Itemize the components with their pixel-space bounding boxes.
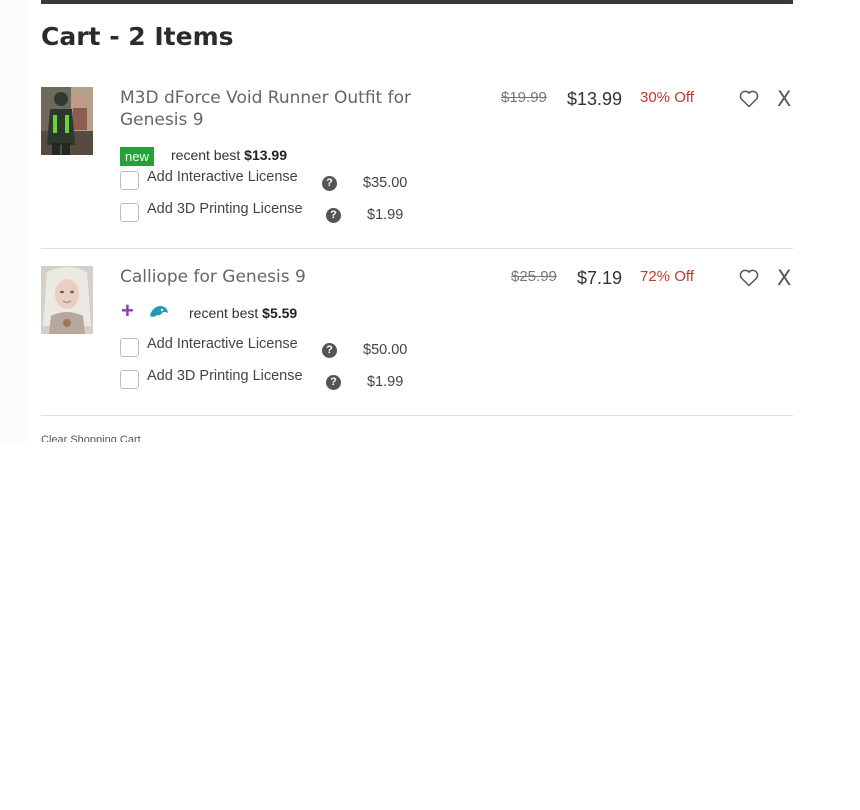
recent-best-price: $13.99 [244, 147, 287, 163]
left-edge-strip [0, 0, 28, 442]
wishlist-heart-icon[interactable] [739, 269, 759, 287]
item-divider [41, 415, 793, 416]
original-price: $25.99 [511, 268, 557, 285]
license-label: Add 3D Printing License [147, 201, 303, 217]
clear-cart-link[interactable]: Clear Shopping Cart [41, 434, 141, 442]
remove-item-close-icon[interactable]: X [777, 266, 791, 290]
plus-icon: + [121, 298, 134, 323]
sale-price: $13.99 [567, 89, 623, 109]
cart-title: Cart - 2 Items [41, 22, 234, 51]
license-option: Add 3D Printing License ? $1.99 [120, 201, 420, 223]
license-price: $1.99 [367, 374, 404, 390]
recent-best: recent best $5.59 [189, 305, 297, 321]
license-price: $50.00 [363, 342, 408, 358]
published-artist-icon [148, 304, 170, 320]
cart-item: Calliope for Genesis 9 $25.99 $7.19 72% … [41, 266, 793, 406]
license-option: Add Interactive License ? $50.00 [120, 336, 420, 358]
question-icon[interactable]: ? [326, 208, 341, 223]
remove-item-close-icon[interactable]: X [777, 87, 791, 111]
license-price: $35.00 [363, 175, 408, 191]
recent-best-label: recent best [171, 147, 241, 163]
interactive-license-checkbox[interactable] [120, 338, 139, 357]
wishlist-heart-icon[interactable] [739, 90, 759, 108]
license-option: Add 3D Printing License ? $1.99 [120, 368, 420, 390]
sale-price: $7.19 [577, 268, 623, 288]
printing-license-checkbox[interactable] [120, 370, 139, 389]
product-thumbnail[interactable] [41, 266, 93, 334]
discount-label: 30% Off [640, 89, 694, 106]
license-label: Add 3D Printing License [147, 368, 303, 384]
recent-best: recent best $13.99 [171, 147, 287, 163]
new-badge: new [120, 147, 154, 166]
product-name[interactable]: M3D dForce Void Runner Outfit for Genesi… [120, 87, 450, 131]
top-bar [41, 0, 793, 4]
interactive-license-checkbox[interactable] [120, 171, 139, 190]
cart-item: M3D dForce Void Runner Outfit for Genesi… [41, 87, 793, 237]
recent-best-label: recent best [189, 305, 259, 321]
item-divider [41, 248, 793, 249]
question-icon[interactable]: ? [326, 375, 341, 390]
question-icon[interactable]: ? [322, 343, 337, 358]
recent-best-price: $5.59 [262, 305, 298, 321]
license-label: Add Interactive License [147, 336, 298, 352]
license-price: $1.99 [367, 207, 404, 223]
license-label: Add Interactive License [147, 169, 298, 185]
discount-label: 72% Off [640, 268, 694, 285]
printing-license-checkbox[interactable] [120, 203, 139, 222]
product-name[interactable]: Calliope for Genesis 9 [120, 266, 450, 288]
question-icon[interactable]: ? [322, 176, 337, 191]
product-thumbnail[interactable] [41, 87, 93, 155]
license-option: Add Interactive License ? $35.00 [120, 169, 420, 191]
original-price: $19.99 [501, 89, 547, 106]
